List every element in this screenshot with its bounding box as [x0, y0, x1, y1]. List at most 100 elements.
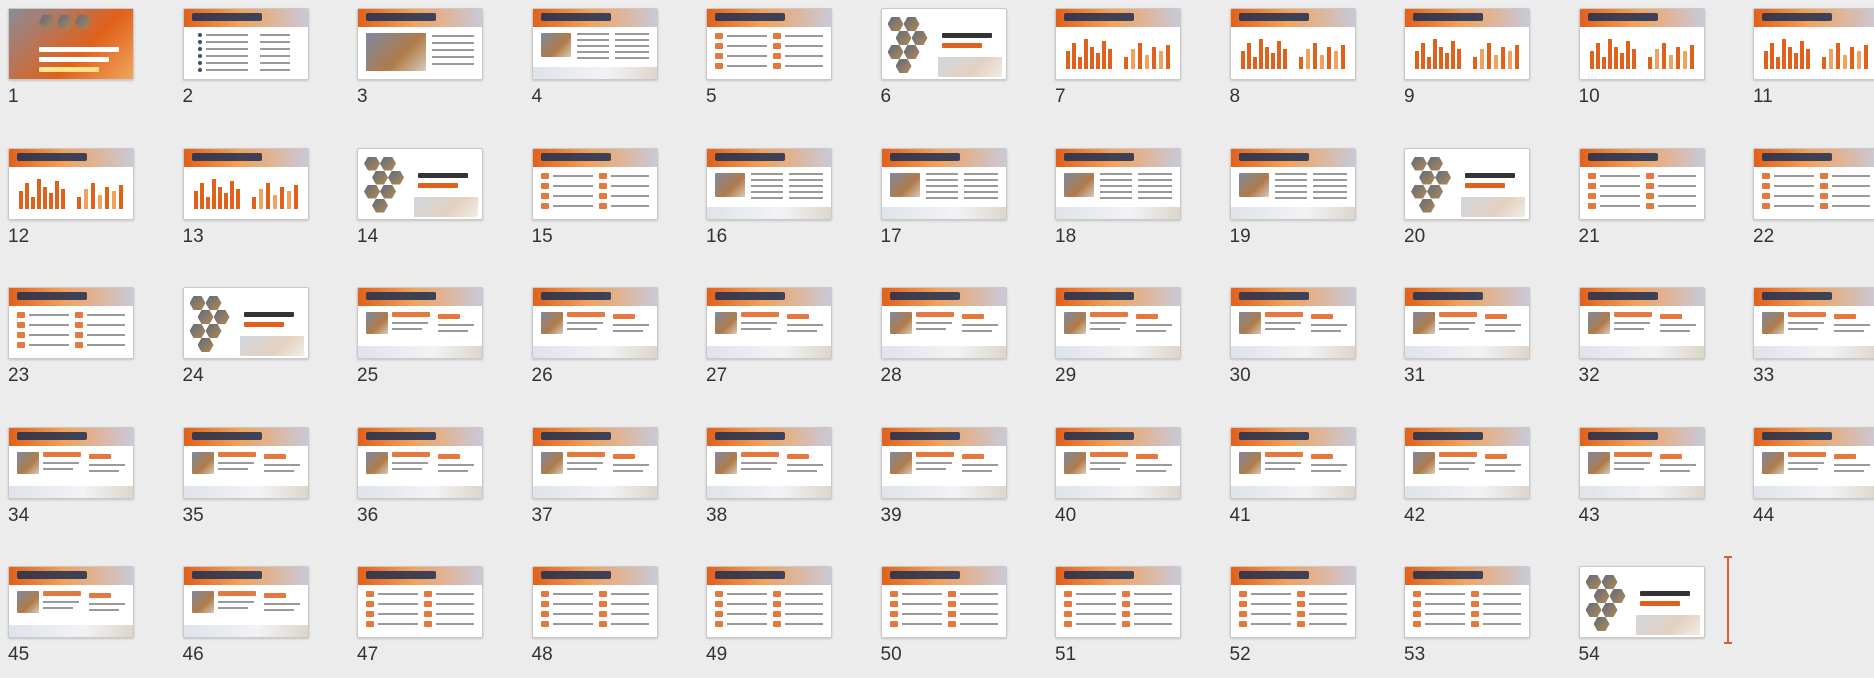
- slide-preview[interactable]: [1229, 287, 1356, 359]
- slide-preview[interactable]: [706, 147, 832, 220]
- slide-thumbnail[interactable]: 3: [349, 0, 509, 120]
- slide-preview[interactable]: [357, 287, 483, 359]
- slide-thumbnail[interactable]: 44: [1745, 419, 1874, 539]
- slide-preview[interactable]: [880, 426, 1007, 499]
- slide-preview[interactable]: [182, 287, 309, 359]
- slide-preview[interactable]: [357, 426, 483, 499]
- slide-preview[interactable]: [531, 426, 658, 499]
- slide-thumbnail[interactable]: 41: [1222, 419, 1382, 539]
- slide-thumbnail[interactable]: 16: [698, 140, 858, 260]
- slide-preview[interactable]: [1229, 147, 1356, 220]
- slide-thumbnail[interactable]: 5: [698, 0, 858, 120]
- slide-thumbnail[interactable]: 23: [0, 279, 160, 399]
- slide-preview[interactable]: [531, 8, 658, 80]
- slide-preview[interactable]: [1229, 426, 1356, 499]
- slide-thumbnail[interactable]: 14: [349, 140, 509, 260]
- slide-preview[interactable]: [357, 147, 483, 220]
- slide-preview[interactable]: [706, 8, 832, 80]
- slide-thumbnail[interactable]: 24: [175, 279, 335, 399]
- slide-thumbnail[interactable]: 13: [175, 140, 335, 260]
- slide-preview[interactable]: [357, 8, 483, 80]
- slide-preview[interactable]: [1055, 566, 1181, 638]
- slide-thumbnail[interactable]: 8: [1222, 0, 1382, 120]
- slide-thumbnail[interactable]: 11: [1745, 0, 1874, 120]
- slide-preview[interactable]: [531, 147, 658, 220]
- slide-thumbnail[interactable]: 22: [1745, 140, 1874, 260]
- slide-thumbnail[interactable]: 51: [1047, 558, 1207, 678]
- slide-thumbnail[interactable]: 15: [524, 140, 684, 260]
- slide-thumbnail[interactable]: 19: [1222, 140, 1382, 260]
- slide-preview[interactable]: [1753, 8, 1874, 80]
- slide-thumbnail[interactable]: 12: [0, 140, 160, 260]
- slide-thumbnail[interactable]: 48: [524, 558, 684, 678]
- slide-preview[interactable]: [706, 426, 832, 499]
- slide-preview[interactable]: [880, 147, 1007, 220]
- slide-preview[interactable]: [531, 287, 658, 359]
- slide-preview[interactable]: [1404, 8, 1530, 80]
- slide-thumbnail[interactable]: 7: [1047, 0, 1207, 120]
- slide-thumbnail[interactable]: 35: [175, 419, 335, 539]
- slide-preview[interactable]: [1578, 8, 1705, 80]
- slide-thumbnail[interactable]: 42: [1396, 419, 1556, 539]
- slide-preview[interactable]: [357, 566, 483, 638]
- slide-preview[interactable]: [182, 8, 309, 80]
- slide-preview[interactable]: [880, 8, 1007, 80]
- slide-preview[interactable]: [8, 287, 134, 359]
- slide-thumbnail[interactable]: 29: [1047, 279, 1207, 399]
- slide-preview[interactable]: [706, 287, 832, 359]
- slide-preview[interactable]: [880, 287, 1007, 359]
- slide-thumbnail[interactable]: 47: [349, 558, 509, 678]
- slide-preview[interactable]: [182, 147, 309, 220]
- slide-thumbnail[interactable]: 32: [1571, 279, 1731, 399]
- slide-thumbnail[interactable]: 10: [1571, 0, 1731, 120]
- slide-preview[interactable]: [8, 147, 134, 220]
- slide-preview[interactable]: [1578, 147, 1705, 220]
- slide-preview[interactable]: [1055, 147, 1181, 220]
- slide-preview[interactable]: [1404, 147, 1530, 220]
- slide-thumbnail[interactable]: 34: [0, 419, 160, 539]
- slide-preview[interactable]: [1753, 426, 1874, 499]
- slide-thumbnail[interactable]: 1: [0, 0, 160, 120]
- slide-thumbnail[interactable]: 9: [1396, 0, 1556, 120]
- slide-preview[interactable]: [1753, 287, 1874, 359]
- slide-thumbnail[interactable]: 54: [1571, 558, 1731, 678]
- slide-preview[interactable]: [1404, 426, 1530, 499]
- slide-thumbnail[interactable]: 43: [1571, 419, 1731, 539]
- slide-preview[interactable]: [706, 566, 832, 638]
- slide-preview[interactable]: [1578, 426, 1705, 499]
- slide-thumbnail[interactable]: 53: [1396, 558, 1556, 678]
- slide-preview[interactable]: [182, 426, 309, 499]
- slide-thumbnail[interactable]: 36: [349, 419, 509, 539]
- slide-thumbnail[interactable]: 40: [1047, 419, 1207, 539]
- slide-thumbnail[interactable]: 4: [524, 0, 684, 120]
- slide-thumbnail[interactable]: 25: [349, 279, 509, 399]
- slide-preview[interactable]: [1229, 8, 1356, 80]
- slide-thumbnail[interactable]: 52: [1222, 558, 1382, 678]
- slide-thumbnail[interactable]: 18: [1047, 140, 1207, 260]
- slide-preview[interactable]: [1229, 566, 1356, 638]
- slide-preview[interactable]: [8, 8, 134, 80]
- slide-thumbnail[interactable]: 45: [0, 558, 160, 678]
- slide-preview[interactable]: [880, 566, 1007, 638]
- slide-thumbnail[interactable]: 49: [698, 558, 858, 678]
- slide-preview[interactable]: [1055, 8, 1181, 80]
- slide-thumbnail[interactable]: 6: [873, 0, 1033, 120]
- slide-thumbnail[interactable]: 27: [698, 279, 858, 399]
- slide-thumbnail[interactable]: 31: [1396, 279, 1556, 399]
- slide-thumbnail[interactable]: 33: [1745, 279, 1874, 399]
- slide-preview[interactable]: [182, 566, 309, 638]
- slide-thumbnail[interactable]: 28: [873, 279, 1033, 399]
- slide-thumbnail[interactable]: 20: [1396, 140, 1556, 260]
- slide-thumbnail[interactable]: 46: [175, 558, 335, 678]
- slide-preview[interactable]: [8, 566, 134, 638]
- slide-thumbnail[interactable]: 39: [873, 419, 1033, 539]
- slide-thumbnail[interactable]: 21: [1571, 140, 1731, 260]
- slide-preview[interactable]: [1578, 566, 1705, 638]
- slide-preview[interactable]: [1055, 287, 1181, 359]
- slide-preview[interactable]: [1404, 566, 1530, 638]
- slide-preview[interactable]: [8, 426, 134, 499]
- slide-thumbnail[interactable]: 26: [524, 279, 684, 399]
- slide-preview[interactable]: [1578, 287, 1705, 359]
- slide-preview[interactable]: [1753, 147, 1874, 220]
- slide-thumbnail[interactable]: 2: [175, 0, 335, 120]
